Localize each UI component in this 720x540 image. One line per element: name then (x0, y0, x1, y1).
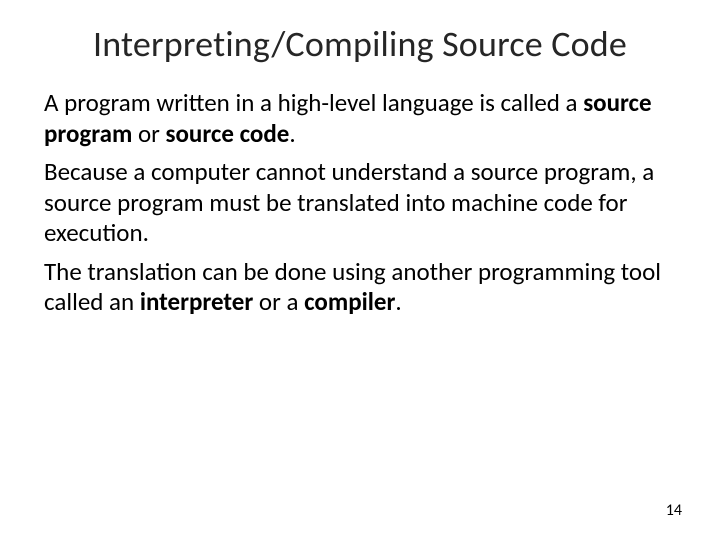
bold-term-compiler: compiler (304, 286, 395, 317)
page-number: 14 (666, 501, 682, 520)
text-run: . (289, 118, 295, 149)
text-run: A program written in a high-level langua… (44, 87, 583, 118)
paragraph-3: The translation can be done using anothe… (44, 257, 676, 318)
bold-term-source-code: source code (166, 118, 290, 149)
slide-body: A program written in a high-level langua… (40, 88, 680, 318)
text-run: or (132, 118, 165, 149)
text-run: . (395, 286, 401, 317)
slide-title: Interpreting/Compiling Source Code (40, 22, 680, 66)
bold-term-interpreter: interpreter (140, 286, 253, 317)
text-run: or a (253, 286, 304, 317)
slide: Interpreting/Compiling Source Code A pro… (0, 0, 720, 540)
paragraph-1: A program written in a high-level langua… (44, 88, 676, 149)
paragraph-2: Because a computer cannot understand a s… (44, 157, 676, 249)
text-run: Because a computer cannot understand a s… (44, 156, 654, 248)
